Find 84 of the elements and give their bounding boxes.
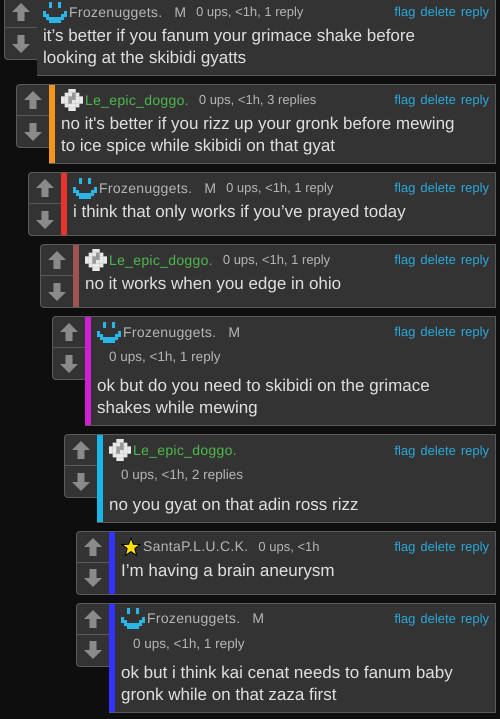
mod-mark: M — [228, 322, 240, 342]
comment-meta: 0 ups, <1h, 1 reply — [226, 179, 334, 198]
action-link[interactable]: delete — [420, 608, 456, 628]
down-arrow-icon — [59, 354, 79, 374]
up-arrow-icon — [59, 322, 79, 342]
down-arrow-icon — [71, 472, 91, 492]
down-arrow-icon — [83, 568, 103, 588]
up-arrow-icon — [83, 608, 103, 628]
up-arrow-icon — [47, 250, 67, 270]
action-link[interactable]: delete — [420, 2, 456, 22]
comment-meta: 0 ups, <1h, 2 replies — [121, 466, 244, 484]
mod-mark: M — [252, 609, 264, 628]
down-arrow-icon — [35, 210, 55, 230]
upvote-button[interactable] — [28, 172, 61, 204]
action-link[interactable]: reply — [460, 250, 489, 270]
downvote-button[interactable] — [76, 562, 109, 594]
comment-text: no it works when you edge in ohio — [85, 273, 342, 295]
up-arrow-icon — [71, 440, 91, 460]
action-link[interactable]: flag — [394, 440, 416, 460]
comment-meta: 0 ups, <1h, 1 reply — [133, 634, 246, 653]
comment-meta: 0 ups, <1h, 1 reply — [109, 348, 222, 366]
comment-text: ok but i think kai cenat needs to fanum baby gronk while on that zaza first — [121, 662, 454, 706]
action-link[interactable]: reply — [460, 178, 489, 198]
comment-text: no you gyat on that adin ross rizz — [109, 494, 360, 516]
username-link[interactable]: Le_epic_doggo. — [85, 90, 189, 110]
downvote-button[interactable] — [52, 348, 85, 380]
comment-text: it’s better if you fanum your grimace shake before looking at the skibidi gyatts — [43, 25, 416, 69]
action-link[interactable]: delete — [420, 322, 456, 342]
comment-meta: 0 ups, <1h — [258, 538, 320, 556]
downvote-button[interactable] — [64, 466, 97, 498]
action-link[interactable]: flag — [394, 322, 416, 342]
action-link[interactable]: delete — [420, 250, 456, 270]
action-link[interactable]: delete — [420, 178, 456, 198]
down-arrow-icon — [83, 640, 103, 660]
down-arrow-icon — [47, 282, 67, 302]
upvote-button[interactable] — [76, 530, 109, 562]
username-link[interactable]: Le_epic_doggo. — [133, 440, 237, 461]
action-link[interactable]: reply — [460, 440, 489, 460]
comment-text: i think that only works if you’ve prayed today — [73, 201, 407, 223]
downvote-button[interactable] — [4, 28, 37, 60]
up-arrow-icon — [23, 90, 43, 110]
upvote-button[interactable] — [4, 0, 37, 28]
upvote-button[interactable] — [52, 316, 85, 348]
action-link[interactable]: flag — [394, 250, 416, 270]
action-link[interactable]: delete — [420, 536, 456, 556]
action-link[interactable]: reply — [460, 2, 489, 22]
downvote-button[interactable] — [16, 116, 49, 148]
upvote-button[interactable] — [16, 84, 49, 116]
comment-text: ok but do you need to skibidi on the grimace shakes while mewing — [97, 375, 431, 420]
comment-text: I’m having a brain aneurysm — [121, 560, 336, 582]
action-link[interactable]: reply — [460, 608, 489, 628]
username-link[interactable]: Frozenuggets. — [69, 2, 162, 22]
up-arrow-icon — [11, 2, 31, 22]
comment-meta: 0 ups, <1h, 3 replies — [198, 91, 316, 110]
downvote-button[interactable] — [76, 634, 109, 666]
username-link[interactable]: Le_epic_doggo. — [109, 250, 213, 270]
comment-meta: 0 ups, <1h, 1 reply — [196, 3, 304, 22]
downvote-button[interactable] — [40, 276, 73, 308]
username-link[interactable]: SantaP.L.U.C.K. — [143, 536, 248, 557]
action-link[interactable]: flag — [394, 178, 416, 198]
username-link[interactable]: Frozenuggets. — [147, 608, 240, 629]
action-link[interactable]: reply — [460, 322, 489, 342]
action-link[interactable]: flag — [394, 2, 416, 22]
username-link[interactable]: Frozenuggets. — [99, 178, 192, 198]
upvote-button[interactable] — [40, 244, 73, 276]
upvote-button[interactable] — [76, 602, 109, 634]
mod-mark: M — [204, 178, 216, 198]
upvote-button[interactable] — [64, 434, 97, 466]
mod-mark: M — [174, 2, 186, 22]
down-arrow-icon — [23, 122, 43, 142]
action-link[interactable]: reply — [460, 90, 489, 110]
comment-meta: 0 ups, <1h, 1 reply — [222, 251, 330, 270]
up-arrow-icon — [83, 536, 103, 556]
up-arrow-icon — [35, 178, 55, 198]
action-link[interactable]: delete — [420, 90, 456, 110]
downvote-button[interactable] — [28, 204, 61, 236]
username-link[interactable]: Frozenuggets. — [123, 322, 216, 342]
comment-text: no it's better if you rizz up your gronk before mewing to ice spice while skibidi on that gyat — [61, 113, 456, 157]
action-link[interactable]: flag — [394, 608, 416, 628]
action-link[interactable]: flag — [394, 536, 416, 556]
action-link[interactable]: reply — [460, 536, 489, 556]
action-link[interactable]: delete — [420, 440, 456, 460]
action-link[interactable]: flag — [394, 90, 416, 110]
down-arrow-icon — [11, 34, 31, 54]
